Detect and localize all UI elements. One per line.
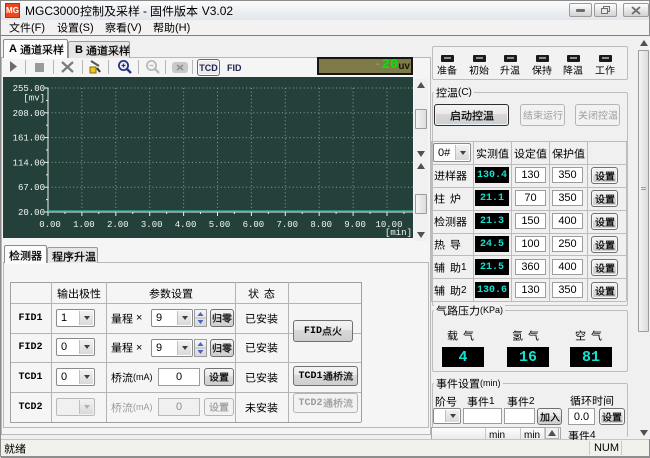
svg-text:0.00: 0.00: [39, 220, 61, 230]
svg-text:8.00: 8.00: [310, 220, 332, 230]
svg-text:208.00: 208.00: [13, 109, 45, 119]
svg-text:20.00: 20.00: [18, 208, 45, 218]
svg-text:255.00: 255.00: [13, 84, 45, 94]
svg-text:6.00: 6.00: [243, 220, 265, 230]
svg-text:4.00: 4.00: [175, 220, 197, 230]
svg-text:3.00: 3.00: [141, 220, 163, 230]
svg-text:114.00: 114.00: [13, 158, 45, 168]
svg-text:161.00: 161.00: [13, 134, 45, 144]
svg-text:5.00: 5.00: [209, 220, 231, 230]
svg-text:7.00: 7.00: [276, 220, 298, 230]
svg-text:1.00: 1.00: [73, 220, 95, 230]
svg-text:[mv]: [mv]: [23, 94, 45, 104]
svg-text:67.00: 67.00: [18, 183, 45, 193]
svg-text:9.00: 9.00: [344, 220, 366, 230]
svg-text:2.00: 2.00: [107, 220, 129, 230]
svg-text:[min]: [min]: [385, 228, 412, 238]
